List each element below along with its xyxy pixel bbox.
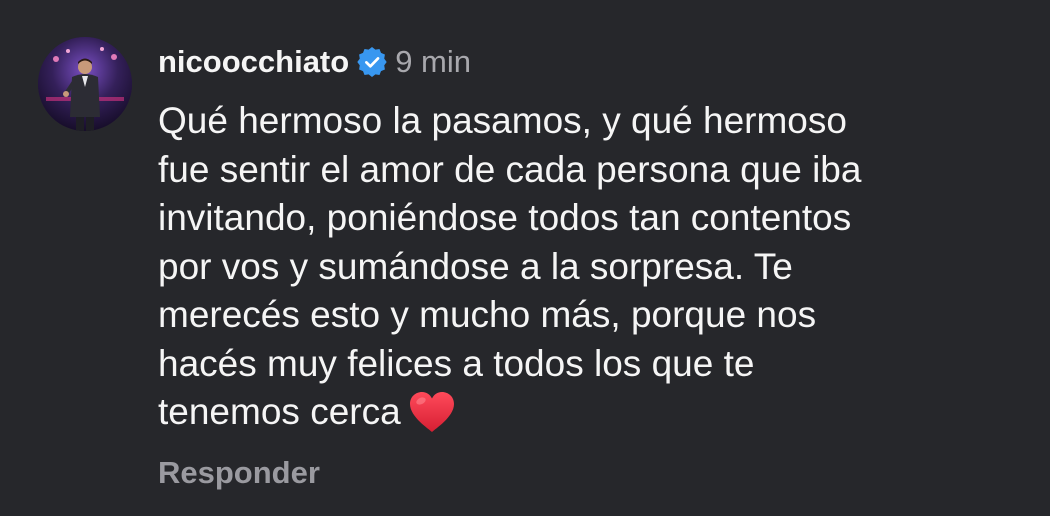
- username[interactable]: nicoocchiato: [158, 44, 349, 80]
- comment-text-line: fue sentir el amor de cada persona que i…: [158, 148, 862, 190]
- comment-text-line: invitando, poniéndose todos tan contento…: [158, 197, 852, 238]
- comment-header: nicoocchiato 9 min: [158, 40, 471, 84]
- comment-text-line: Qué hermoso la pasamos, y qué hermoso: [158, 100, 847, 141]
- comment: nicoocchiato 9 min Qué hermoso la pasamo…: [0, 0, 1050, 516]
- comment-text-last-line: tenemos cerca: [158, 388, 1028, 437]
- comment-text-line: tenemos cerca: [158, 391, 401, 432]
- heart-icon: [407, 390, 457, 434]
- comment-text: Qué hermoso la pasamos, y qué hermoso fu…: [158, 97, 1028, 437]
- verified-badge-icon: [357, 47, 387, 77]
- avatar-image: [38, 37, 132, 131]
- comment-text-line: por vos y sumándose a la sorpresa. Te: [158, 245, 793, 287]
- avatar[interactable]: [38, 37, 132, 131]
- reply-button[interactable]: Responder: [158, 455, 320, 491]
- comment-text-line: merecés esto y mucho más, porque nos: [158, 294, 817, 335]
- comment-text-line: hacés muy felices a todos los que te: [158, 342, 755, 384]
- timestamp: 9 min: [395, 44, 472, 79]
